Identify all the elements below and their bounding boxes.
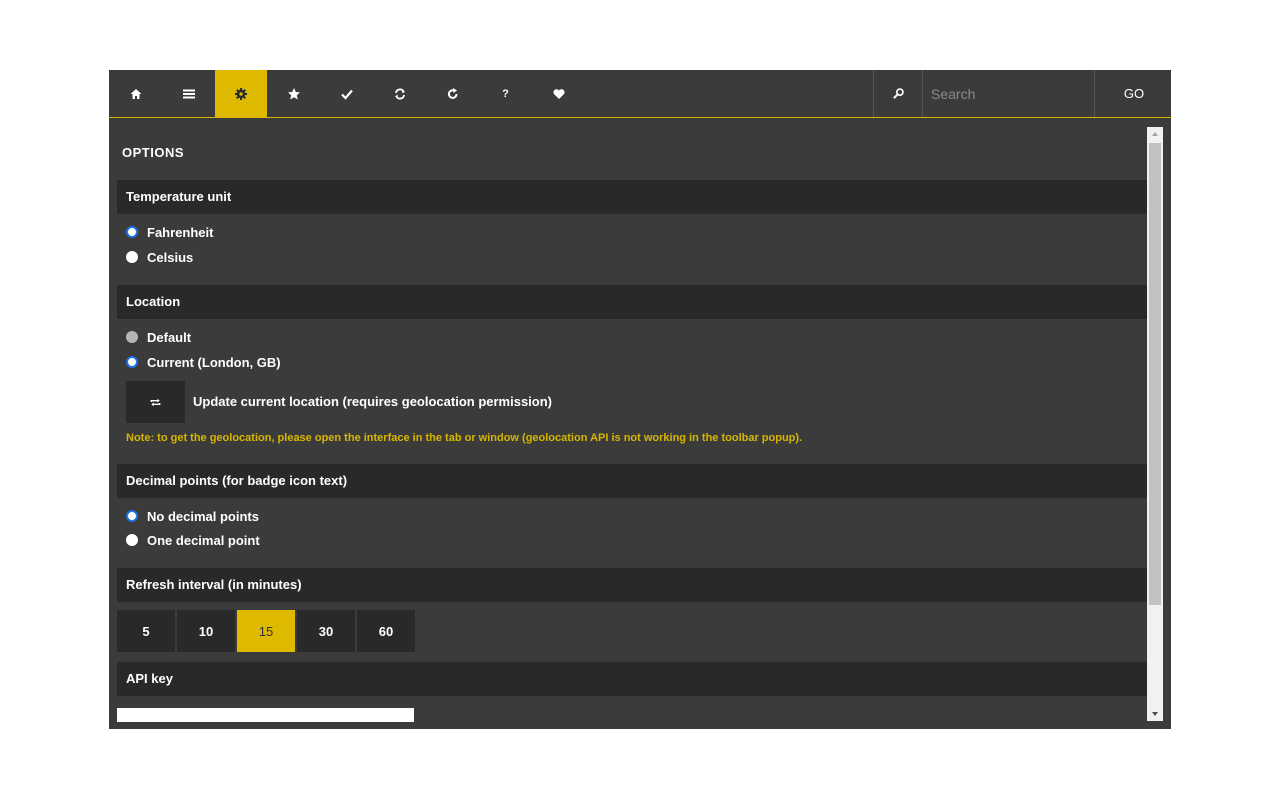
radio-one-decimal[interactable]: One decimal point xyxy=(126,531,260,549)
radio-fahrenheit[interactable]: Fahrenheit xyxy=(126,223,213,241)
sync-icon xyxy=(150,398,161,406)
interval-option-10[interactable]: 10 xyxy=(177,610,235,652)
check-icon xyxy=(340,89,353,100)
heart-icon xyxy=(552,88,565,99)
interval-option-60[interactable]: 60 xyxy=(357,610,415,652)
chevron-up-icon xyxy=(1152,132,1158,136)
question-icon: ? xyxy=(502,87,509,100)
sync-button[interactable] xyxy=(373,70,426,117)
scroll-up-arrow[interactable] xyxy=(1147,127,1163,141)
sync-icon xyxy=(394,88,405,99)
interval-option-30[interactable]: 30 xyxy=(297,610,355,652)
go-button[interactable]: GO xyxy=(1094,70,1171,117)
refresh-button[interactable] xyxy=(426,70,479,117)
radio-label: No decimal points xyxy=(147,508,259,524)
radio-label: Current (London, GB) xyxy=(147,354,281,370)
star-icon xyxy=(287,87,300,99)
scroll-thumb[interactable] xyxy=(1149,143,1161,605)
settings-button[interactable] xyxy=(215,70,267,117)
favorites-button[interactable] xyxy=(267,70,320,117)
geolocation-note: Note: to get the geolocation, please ope… xyxy=(126,432,803,444)
search-input[interactable] xyxy=(923,70,1093,117)
radio-button-checked[interactable] xyxy=(126,226,138,238)
help-button[interactable]: ? xyxy=(479,70,532,117)
radio-current-location[interactable]: Current (London, GB) xyxy=(126,353,281,371)
weather-options-window: ? GO OPTIONS Temperature unit Fahrenheit xyxy=(109,70,1171,729)
toolbar: ? GO xyxy=(109,70,1171,118)
radio-button-checked[interactable] xyxy=(126,356,138,368)
home-icon xyxy=(130,88,141,99)
section-header-refresh: Refresh interval (in minutes) xyxy=(117,568,1147,602)
interval-option-5[interactable]: 5 xyxy=(117,610,175,652)
radio-button[interactable] xyxy=(126,534,138,546)
check-button[interactable] xyxy=(320,70,373,117)
menu-button[interactable] xyxy=(162,70,215,117)
radio-label: Default xyxy=(147,329,192,345)
radio-button[interactable] xyxy=(126,251,138,263)
update-location-label: Update current location (requires geoloc… xyxy=(193,394,553,409)
interval-option-15[interactable]: 15 xyxy=(237,610,295,652)
radio-button-disabled xyxy=(126,331,138,343)
section-header-location: Location xyxy=(117,285,1147,319)
section-header-api-key: API key xyxy=(117,662,1147,696)
api-key-input[interactable] xyxy=(117,708,414,722)
options-content: OPTIONS Temperature unit Fahrenheit Cels… xyxy=(109,119,1155,729)
gear-icon xyxy=(235,87,247,100)
page-title: OPTIONS xyxy=(122,145,185,160)
radio-celsius[interactable]: Celsius xyxy=(126,248,193,266)
search-icon xyxy=(892,88,904,99)
radio-no-decimal[interactable]: No decimal points xyxy=(126,507,259,525)
radio-button-checked[interactable] xyxy=(126,510,138,522)
radio-label: Celsius xyxy=(147,249,194,265)
refresh-icon xyxy=(447,87,457,99)
section-header-temperature: Temperature unit xyxy=(117,180,1147,214)
search-button[interactable] xyxy=(874,70,923,117)
radio-label: Fahrenheit xyxy=(147,224,214,240)
radio-default-location[interactable]: Default xyxy=(126,328,191,346)
vertical-scrollbar[interactable] xyxy=(1147,127,1163,721)
update-location-button[interactable] xyxy=(126,381,185,423)
radio-label: One decimal point xyxy=(147,532,260,548)
chevron-down-icon xyxy=(1152,712,1158,716)
scroll-down-arrow[interactable] xyxy=(1147,707,1163,721)
section-header-decimal: Decimal points (for badge icon text) xyxy=(117,464,1147,498)
favorite-button[interactable] xyxy=(532,70,585,117)
search-bar: GO xyxy=(873,70,1171,117)
menu-icon xyxy=(182,89,195,98)
home-button[interactable] xyxy=(109,70,162,117)
